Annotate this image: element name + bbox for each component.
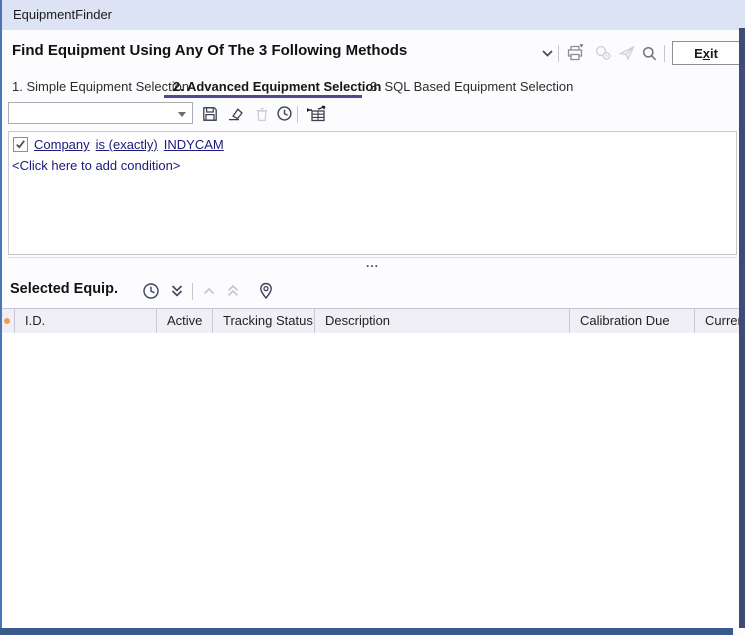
selected-equip-label: Selected Equip.	[10, 281, 118, 297]
tab-simple-selection[interactable]: 1. Simple Equipment Selection	[12, 79, 189, 94]
eraser-icon[interactable]	[225, 103, 246, 124]
process-icon	[592, 42, 614, 64]
combo-dropdown-icon[interactable]	[178, 112, 186, 117]
load-grid-icon[interactable]	[303, 103, 329, 124]
column-header-tracking-status[interactable]: Tracking Status	[213, 309, 315, 333]
double-chevron-down-icon[interactable]	[165, 279, 188, 302]
results-table-header: I.D. Active Tracking Status Description …	[0, 308, 739, 334]
column-header-calibration-due[interactable]: Calibration Due	[570, 309, 695, 333]
column-header-active[interactable]: Active	[157, 309, 213, 333]
column-header-id[interactable]: I.D.	[15, 309, 157, 333]
tab-sql-selection[interactable]: 3. SQL Based Equipment Selection	[370, 79, 573, 94]
condition-checkbox[interactable]	[13, 137, 28, 152]
printer-icon[interactable]	[564, 42, 586, 64]
column-header-current-location[interactable]: Current L	[695, 309, 739, 333]
equipment-finder-window: EquipmentFinder Find Equipment Using Any…	[0, 0, 745, 635]
divider	[558, 45, 559, 62]
divider	[664, 45, 665, 62]
tab-advanced-selection[interactable]: 2. Advanced Equipment Selection	[173, 79, 381, 94]
send-icon	[616, 42, 638, 64]
saved-query-combobox[interactable]	[8, 102, 193, 124]
history-icon[interactable]	[274, 103, 295, 124]
window-title: EquipmentFinder	[13, 7, 112, 22]
window-right-border	[739, 28, 745, 628]
chevron-down-icon[interactable]	[536, 42, 558, 64]
search-icon[interactable]	[638, 42, 660, 64]
column-header-description[interactable]: Description	[315, 309, 570, 333]
divider	[192, 283, 193, 300]
delete-icon	[251, 103, 272, 124]
add-condition-link[interactable]: <Click here to add condition>	[12, 158, 180, 173]
condition-row: Company is (exactly) INDYCAM	[13, 137, 224, 152]
page-title: Find Equipment Using Any Of The 3 Follow…	[12, 42, 407, 59]
history-icon[interactable]	[139, 279, 162, 302]
double-chevron-up-icon	[221, 279, 244, 302]
window-bottom-border	[0, 628, 733, 635]
title-bar[interactable]: EquipmentFinder	[0, 0, 745, 30]
row-indicator-cell	[0, 309, 15, 333]
condition-operator-link[interactable]: is (exactly)	[96, 137, 158, 152]
exit-button[interactable]: Exit	[672, 41, 740, 65]
location-icon[interactable]	[254, 279, 277, 302]
row-indicator-dot	[4, 318, 10, 324]
save-icon[interactable]	[199, 103, 220, 124]
window-left-border	[0, 0, 2, 635]
chevron-up-icon	[197, 279, 220, 302]
condition-panel: Company is (exactly) INDYCAM <Click here…	[8, 131, 737, 255]
condition-field-link[interactable]: Company	[34, 137, 90, 152]
results-table-body[interactable]	[0, 333, 739, 628]
active-tab-indicator	[164, 95, 362, 98]
divider	[297, 106, 298, 123]
splitter-grip[interactable]: ...	[8, 257, 737, 274]
condition-value-link[interactable]: INDYCAM	[164, 137, 224, 152]
